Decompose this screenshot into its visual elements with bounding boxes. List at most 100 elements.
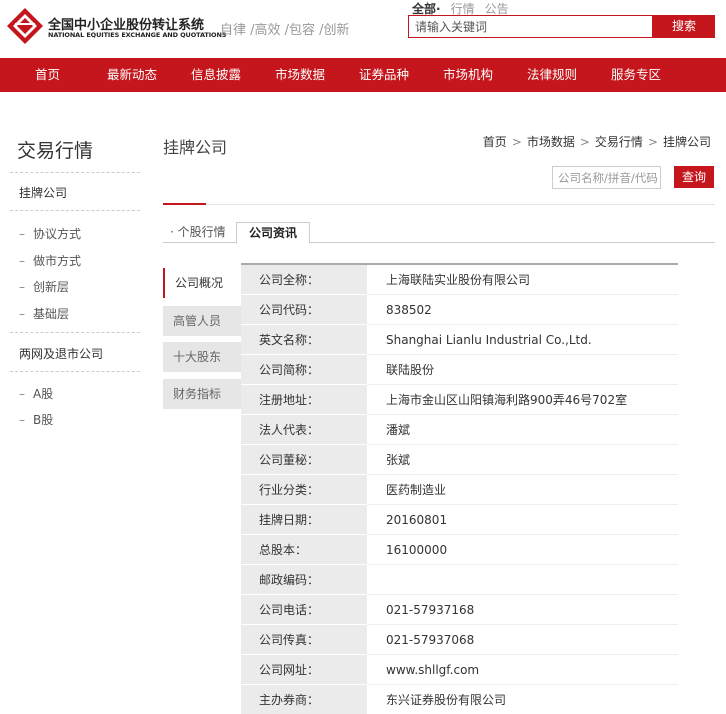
- field-label: 邮政编码：: [241, 565, 367, 595]
- sidebar-divider: [10, 332, 140, 333]
- breadcrumb: 首页 > 市场数据 > 交易行情 > 挂牌公司: [483, 133, 711, 150]
- field-value: 16100000: [367, 535, 678, 565]
- table-row: 公司简称： 联陆股份: [241, 355, 678, 385]
- table-row: 公司电话： 021-57937168: [241, 595, 678, 625]
- table-row: 总股本： 16100000: [241, 535, 678, 565]
- field-value: www.shllgf.com: [367, 655, 678, 685]
- nav-item-news[interactable]: 最新动态: [107, 58, 157, 92]
- nav-item-rules[interactable]: 法律规则: [527, 58, 577, 92]
- breadcrumb-current: 挂牌公司: [662, 135, 711, 149]
- field-value: 838502: [367, 295, 678, 325]
- query-button[interactable]: 查询: [674, 166, 714, 188]
- breadcrumb-trading[interactable]: 交易行情: [595, 135, 643, 149]
- sidebar-item-label: 做市方式: [33, 254, 82, 268]
- table-row: 公司董秘： 张斌: [241, 445, 678, 475]
- field-label: 挂牌日期：: [241, 505, 367, 535]
- field-label: 法人代表：: [241, 415, 367, 445]
- tab-stock-quotes[interactable]: · 个股行情: [170, 222, 226, 243]
- company-search-input[interactable]: [553, 167, 660, 189]
- nav-item-services[interactable]: 服务专区: [611, 58, 661, 92]
- field-label: 主办券商：: [241, 685, 367, 714]
- field-value: 上海联陆实业股份有限公司: [367, 265, 678, 295]
- table-row: 法人代表： 潘斌: [241, 415, 678, 445]
- field-value: Shanghai Lianlu Industrial Co.,Ltd.: [367, 325, 678, 355]
- table-row: 公司全称： 上海联陆实业股份有限公司: [241, 265, 678, 295]
- title-divider: [163, 204, 715, 205]
- field-label: 行业分类：: [241, 475, 367, 505]
- sidebar-section-delisted[interactable]: 两网及退市公司: [19, 345, 103, 362]
- search-scope-all[interactable]: 全部·: [412, 2, 441, 16]
- sidebar-item-label: B股: [33, 413, 54, 427]
- field-label: 公司董秘：: [241, 445, 367, 475]
- sidebar-title: 交易行情: [17, 140, 94, 162]
- search-box: [408, 15, 653, 38]
- field-value: 021-57937068: [367, 625, 678, 655]
- sidebar-divider: [10, 210, 140, 211]
- table-row: 英文名称： Shanghai Lianlu Industrial Co.,Ltd.: [241, 325, 678, 355]
- field-label: 公司电话：: [241, 595, 367, 625]
- subtab-executives[interactable]: 高管人员: [163, 306, 241, 336]
- field-value: 潘斌: [367, 415, 678, 445]
- sidebar-item-agreement[interactable]: – 协议方式: [19, 225, 81, 242]
- search-button[interactable]: 搜索: [653, 15, 715, 38]
- sidebar-item-innovation[interactable]: – 创新层: [19, 278, 69, 295]
- table-row: 挂牌日期： 20160801: [241, 505, 678, 535]
- field-value: 021-57937168: [367, 595, 678, 625]
- page-title: 挂牌公司: [163, 138, 228, 157]
- company-search-box: [552, 166, 661, 189]
- field-label: 公司传真：: [241, 625, 367, 655]
- title-accent-bar: [163, 203, 206, 205]
- sidebar-item-basic[interactable]: – 基础层: [19, 305, 69, 322]
- subtab-top-shareholders[interactable]: 十大股东: [163, 342, 241, 372]
- field-value: [367, 565, 678, 595]
- main-nav: 首页 最新动态 信息披露 市场数据 证券品种 市场机构 法律规则 服务专区: [0, 58, 726, 92]
- field-label: 公司代码：: [241, 295, 367, 325]
- dash-icon: –: [19, 280, 25, 294]
- field-label: 英文名称：: [241, 325, 367, 355]
- sidebar-divider: [10, 172, 140, 173]
- logo-title-en: NATIONAL EQUITIES EXCHANGE AND QUOTATION…: [48, 31, 227, 39]
- nav-item-disclosure[interactable]: 信息披露: [191, 58, 241, 92]
- sidebar-item-label: 协议方式: [33, 227, 82, 241]
- subtab-financials[interactable]: 财务指标: [163, 379, 241, 409]
- breadcrumb-separator-icon: >: [511, 135, 522, 149]
- field-value: 20160801: [367, 505, 678, 535]
- field-label: 公司简称：: [241, 355, 367, 385]
- sidebar-item-a-share[interactable]: – A股: [19, 385, 53, 402]
- table-row: 公司传真： 021-57937068: [241, 625, 678, 655]
- nav-item-home[interactable]: 首页: [35, 58, 60, 92]
- sidebar-item-b-share[interactable]: – B股: [19, 411, 53, 428]
- sidebar-divider: [10, 371, 140, 372]
- company-info-table: 公司全称： 上海联陆实业股份有限公司 公司代码： 838502 英文名称： Shangha…: [241, 263, 678, 714]
- table-row: 注册地址： 上海市金山区山阳镇海利路900弄46号702室: [241, 385, 678, 415]
- dash-icon: –: [19, 227, 25, 241]
- tab-company-info[interactable]: 公司资讯: [236, 222, 310, 244]
- field-value: 东兴证券股份有限公司: [367, 685, 678, 714]
- dash-icon: –: [19, 387, 25, 401]
- search-input[interactable]: [409, 16, 652, 38]
- nav-item-institutions[interactable]: 市场机构: [443, 58, 493, 92]
- nav-item-securities[interactable]: 证券品种: [359, 58, 409, 92]
- field-label: 公司全称：: [241, 265, 367, 295]
- sidebar-item-label: A股: [33, 387, 54, 401]
- dash-icon: –: [19, 254, 25, 268]
- sidebar-item-label: 创新层: [33, 280, 70, 294]
- subtab-overview[interactable]: 公司概况: [163, 268, 241, 298]
- breadcrumb-home[interactable]: 首页: [483, 135, 507, 149]
- field-label: 总股本：: [241, 535, 367, 565]
- dash-icon: –: [19, 307, 25, 321]
- sidebar-item-label: 基础层: [33, 307, 70, 321]
- table-row: 公司网址： www.shllgf.com: [241, 655, 678, 685]
- search-scope-notices[interactable]: 公告: [485, 2, 509, 16]
- breadcrumb-market-data[interactable]: 市场数据: [527, 135, 575, 149]
- field-value: 上海市金山区山阳镇海利路900弄46号702室: [367, 385, 678, 415]
- table-row: 行业分类： 医药制造业: [241, 475, 678, 505]
- field-label: 公司网址：: [241, 655, 367, 685]
- sidebar-item-market-making[interactable]: – 做市方式: [19, 252, 81, 269]
- sidebar-section-listed[interactable]: 挂牌公司: [19, 184, 67, 201]
- field-label: 注册地址：: [241, 385, 367, 415]
- nav-item-market-data[interactable]: 市场数据: [275, 58, 325, 92]
- search-scope-quotes[interactable]: 行情: [451, 2, 475, 16]
- neeq-logo-icon[interactable]: [7, 8, 43, 44]
- table-row: 主办券商： 东兴证券股份有限公司: [241, 685, 678, 714]
